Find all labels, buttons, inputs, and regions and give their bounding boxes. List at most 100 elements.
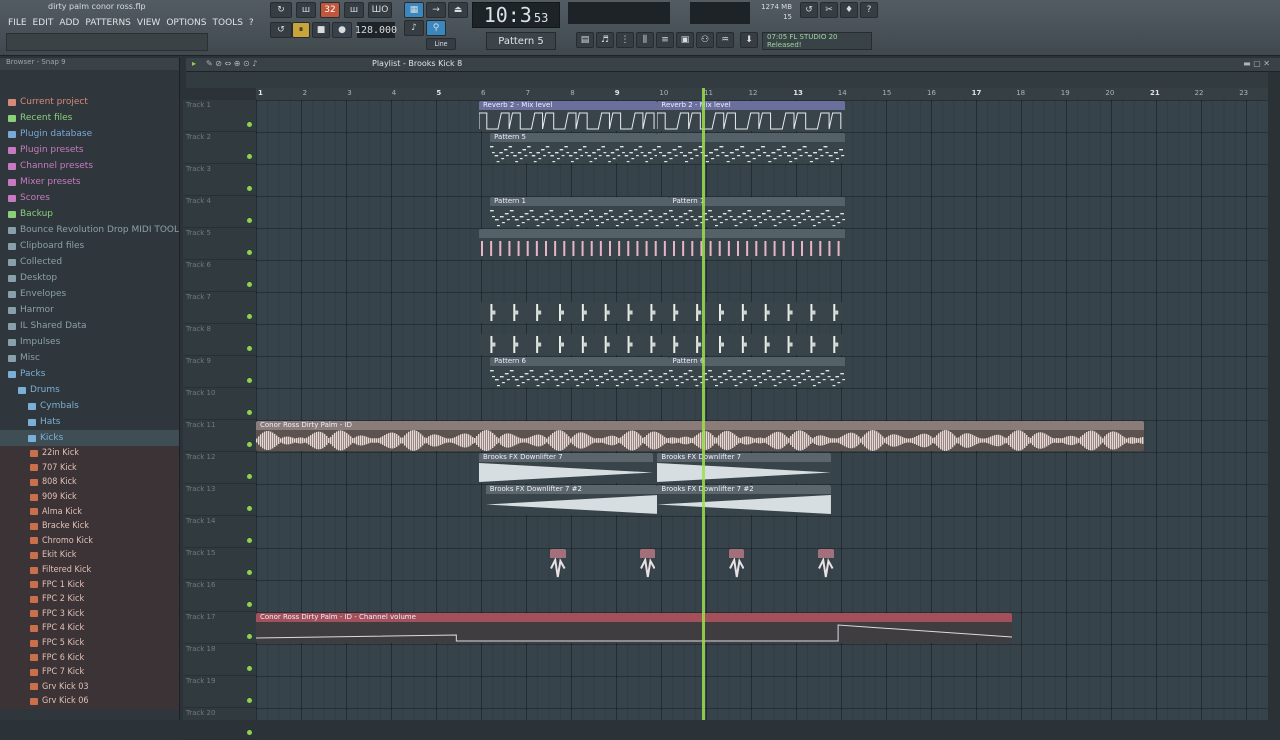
typing-keyboard-icon[interactable]: ▦ xyxy=(404,2,424,18)
menu-item-file[interactable]: FILE xyxy=(8,18,27,28)
menu-item-add[interactable]: ADD xyxy=(59,18,79,28)
browser-file[interactable]: Grv Kick 06 xyxy=(0,694,179,709)
browser-item[interactable]: Impulses xyxy=(0,334,179,350)
playlist-clip[interactable] xyxy=(657,133,845,163)
track-mute-led[interactable] xyxy=(247,666,252,671)
plugin-picker-icon[interactable]: ▣ xyxy=(676,32,694,48)
play-button[interactable]: ⏸ xyxy=(292,22,310,38)
browser-file[interactable]: Ekit Kick xyxy=(0,548,179,563)
browser-file[interactable]: 909 Kick xyxy=(0,489,179,505)
playlist-clip[interactable] xyxy=(817,549,834,579)
browser-item[interactable]: Hats xyxy=(0,414,179,430)
browser-item[interactable]: Plugin presets xyxy=(0,142,179,158)
step-edit-icon[interactable]: → xyxy=(426,2,446,18)
browser-icon[interactable]: ≡ xyxy=(656,32,674,48)
track-mute-led[interactable] xyxy=(247,442,252,447)
track-header[interactable]: Track 2 xyxy=(183,132,256,164)
playlist-clip[interactable]: Pattern 6 xyxy=(668,357,845,387)
browser-item[interactable]: Kicks xyxy=(0,430,179,446)
browser-item[interactable]: IL Shared Data xyxy=(0,318,179,334)
news-ticker[interactable]: 07:05 FL STUDIO 20 Released! xyxy=(762,32,872,50)
browser-item[interactable]: Channel presets xyxy=(0,158,179,174)
track-header[interactable]: Track 8 xyxy=(183,324,256,356)
track-mute-led[interactable] xyxy=(247,602,252,607)
menu-item-options[interactable]: OPTIONS xyxy=(166,18,206,28)
track-header[interactable]: Track 5 xyxy=(183,228,256,260)
track-header[interactable]: Track 20 xyxy=(183,708,256,740)
loop-icon[interactable]: ↺ xyxy=(270,22,292,38)
browser-item[interactable]: Recent files xyxy=(0,110,179,126)
playlist-clip[interactable] xyxy=(479,293,845,323)
menu-item-view[interactable]: VIEW xyxy=(137,18,160,28)
wait-button[interactable]: ШО xyxy=(368,2,392,18)
browser-file[interactable]: FPC 2 Kick xyxy=(0,591,179,607)
browser-file[interactable]: FPC 5 Kick xyxy=(0,635,179,651)
playlist-clip[interactable]: Brooks FX Downlifter 7 #2 xyxy=(657,485,832,515)
track-mute-led[interactable] xyxy=(247,122,252,127)
track-header[interactable]: Track 3 xyxy=(183,164,256,196)
channel-rack-icon[interactable]: ⋮ xyxy=(616,32,634,48)
track-mute-led[interactable] xyxy=(247,346,252,351)
mic-icon[interactable]: ♦ xyxy=(840,2,858,18)
browser-item[interactable]: Clipboard files xyxy=(0,238,179,254)
playlist-clip[interactable] xyxy=(728,549,745,579)
track-header[interactable]: Track 7 xyxy=(183,292,256,324)
project-icon[interactable]: ⚇ xyxy=(696,32,714,48)
playlist-tools[interactable]: ✎ ⊘ ⇔ ⊕ ⊙ ♪ xyxy=(206,59,257,68)
browser-file[interactable]: Filtered Kick xyxy=(0,562,179,578)
track-header[interactable]: Track 16 xyxy=(183,580,256,612)
playlist-grid[interactable]: Reverb 2 - Mix level Reverb 2 - Mix level… xyxy=(256,100,1268,720)
browser-item[interactable]: Mixer presets xyxy=(0,174,179,190)
track-mute-led[interactable] xyxy=(247,570,252,575)
track-header[interactable]: Track 6 xyxy=(183,260,256,292)
browser-file[interactable]: Bracke Kick xyxy=(0,518,179,534)
browser-item[interactable]: Misc xyxy=(0,350,179,366)
track-mute-led[interactable] xyxy=(247,474,252,479)
browser-item[interactable]: Packs xyxy=(0,366,179,382)
browser-file[interactable]: FPC 3 Kick xyxy=(0,606,179,622)
track-header[interactable]: Track 15 xyxy=(183,548,256,580)
pattern-selector[interactable]: Pattern 5 xyxy=(486,32,556,50)
track-mute-led[interactable] xyxy=(247,730,252,735)
playlist-clip[interactable] xyxy=(479,325,845,355)
browser-item[interactable]: Plugin database xyxy=(0,126,179,142)
track-mute-led[interactable] xyxy=(247,378,252,383)
track-header[interactable]: Track 13 xyxy=(183,484,256,516)
blend-notes-icon[interactable]: ♪ xyxy=(404,20,424,36)
playlist-clip[interactable]: Conor Ross Dirty Palm - ID - Channel vol… xyxy=(256,613,1012,643)
mixer-icon[interactable]: ⫼ xyxy=(636,32,654,48)
track-header[interactable]: Track 1 xyxy=(183,100,256,132)
browser-item[interactable]: Bounce Revolution Drop MIDI TOOLS xyxy=(0,222,179,238)
playlist-icon[interactable]: ▤ xyxy=(576,32,594,48)
track-header[interactable]: Track 19 xyxy=(183,676,256,708)
track-mute-led[interactable] xyxy=(247,538,252,543)
browser-item[interactable]: Scores xyxy=(0,190,179,206)
playlist-clip[interactable]: Reverb 2 - Mix level xyxy=(479,101,658,131)
track-header[interactable]: Track 12 xyxy=(183,452,256,484)
pattern-song-toggle[interactable]: ↻ xyxy=(270,2,292,18)
vertical-scrollbar[interactable] xyxy=(1268,72,1280,720)
piano-roll-icon[interactable]: ♬ xyxy=(596,32,614,48)
track-header[interactable]: Track 9 xyxy=(183,356,256,388)
stop-button[interactable]: ■ xyxy=(312,22,330,38)
track-mute-led[interactable] xyxy=(247,154,252,159)
playlist-clip[interactable]: Brooks FX Downlifter 7 xyxy=(479,453,653,483)
browser-file[interactable]: Chromo Kick xyxy=(0,533,179,549)
track-mute-led[interactable] xyxy=(247,410,252,415)
track-mute-led[interactable] xyxy=(247,506,252,511)
browser-file[interactable]: FPC 6 Kick xyxy=(0,650,179,665)
browser-item[interactable]: Harmor xyxy=(0,302,179,318)
track-mute-led[interactable] xyxy=(247,314,252,319)
browser-file[interactable]: 707 Kick xyxy=(0,460,179,476)
playlist-clip[interactable]: Reverb 2 - Mix level xyxy=(657,101,845,131)
song-mode-button[interactable]: ш xyxy=(296,2,316,18)
menu-item-patterns[interactable]: PATTERNS xyxy=(85,18,131,28)
browser-file[interactable]: Grv Kick 03 xyxy=(0,679,179,695)
menu-item-tools[interactable]: TOOLS xyxy=(213,18,243,28)
link-icon[interactable]: ⚲ xyxy=(426,20,446,36)
playlist-clip[interactable] xyxy=(639,549,656,579)
track-header[interactable]: Track 14 xyxy=(183,516,256,548)
track-header[interactable]: Track 4 xyxy=(183,196,256,228)
browser-file[interactable]: Alma Kick xyxy=(0,504,179,519)
browser-file[interactable]: 22in Kick xyxy=(0,446,179,461)
